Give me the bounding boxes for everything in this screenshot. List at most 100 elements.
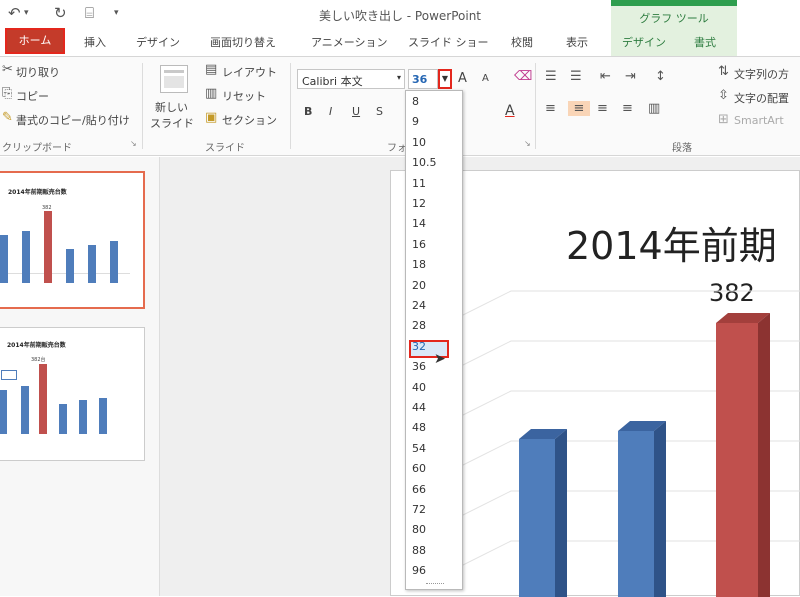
callout-shape	[1, 370, 17, 380]
thumbnail-data-label: 382台	[31, 357, 46, 363]
font-size-option[interactable]: 28	[412, 319, 426, 332]
align-left-icon[interactable]: ≡	[545, 101, 556, 116]
align-text-icon[interactable]: ⇳	[718, 88, 729, 103]
font-size-option[interactable]: 9	[412, 115, 419, 128]
font-size-box[interactable]: 36	[408, 69, 438, 89]
font-size-option[interactable]: 40	[412, 381, 426, 394]
font-launcher-icon[interactable]: ↘	[524, 139, 531, 148]
ribbon-separator	[142, 63, 143, 149]
font-size-option[interactable]: 10.5	[412, 156, 437, 169]
italic-button[interactable]: I	[329, 105, 332, 118]
font-name-box[interactable]: Calibri 本文 ▾	[297, 69, 405, 89]
tab-design[interactable]: デザイン	[136, 34, 180, 50]
font-size-option[interactable]: 66	[412, 483, 426, 496]
numbering-icon[interactable]: ☰	[570, 69, 582, 84]
convert-smartart-button[interactable]: SmartArt	[734, 114, 784, 127]
section-icon[interactable]: ▣	[205, 110, 217, 125]
line-spacing-icon[interactable]: ↕	[655, 69, 666, 84]
underline-button[interactable]: U	[352, 105, 360, 118]
align-text-button[interactable]: 文字の配置	[734, 90, 789, 106]
thumbnail-bar	[99, 398, 107, 434]
text-direction-icon[interactable]: ⇅	[718, 64, 729, 79]
new-slide-label-1[interactable]: 新しい	[155, 99, 188, 115]
format-painter-button[interactable]: 書式のコピー/貼り付け	[16, 112, 130, 128]
font-size-option[interactable]: 32	[412, 340, 426, 353]
font-size-option[interactable]: 24	[412, 299, 426, 312]
copy-button[interactable]: コピー	[16, 88, 49, 104]
font-name-value: Calibri 本文	[302, 75, 363, 88]
copy-icon[interactable]: ⎘	[2, 86, 12, 101]
tab-chart-format[interactable]: 書式	[694, 34, 716, 50]
font-size-option[interactable]: 8	[412, 95, 419, 108]
font-size-option[interactable]: 14	[412, 217, 426, 230]
justify-icon[interactable]: ≡	[622, 101, 633, 116]
align-right-icon[interactable]: ≡	[597, 101, 608, 116]
section-button[interactable]: セクション	[222, 112, 277, 128]
bullets-icon[interactable]: ☰	[545, 69, 557, 84]
thumbnail-bar	[39, 364, 47, 434]
tab-chart-design[interactable]: デザイン	[622, 34, 666, 50]
font-size-dropdown-button[interactable]: ▼	[438, 69, 452, 89]
paragraph-group-label: 段落	[672, 143, 692, 154]
thumbnail-title: 2014年前期販売台数	[8, 189, 67, 196]
tab-review[interactable]: 校閲	[511, 34, 533, 50]
context-accent	[611, 0, 737, 6]
font-group-label: フォ	[387, 143, 407, 154]
smartart-icon[interactable]: ⊞	[718, 112, 729, 127]
cut-button[interactable]: 切り取り	[16, 64, 60, 80]
font-size-option[interactable]: 16	[412, 238, 426, 251]
reset-icon[interactable]: ▥	[205, 86, 217, 101]
new-slide-label-2[interactable]: スライド	[150, 115, 194, 131]
tab-insert[interactable]: 挿入	[84, 34, 106, 50]
text-shadow-button[interactable]: S	[376, 105, 383, 118]
slide-thumbnail-2[interactable]: 2014年前期販売台数 382台	[0, 327, 145, 461]
mouse-pointer-icon: ➤	[434, 351, 446, 367]
chart-bar-1	[519, 429, 567, 597]
bold-button[interactable]: B	[304, 105, 312, 118]
font-size-option[interactable]: 54	[412, 442, 426, 455]
scissors-icon[interactable]: ✂	[2, 62, 13, 77]
font-size-option[interactable]: 88	[412, 544, 426, 557]
align-center-icon[interactable]: ≡	[568, 101, 590, 116]
font-size-option[interactable]: 44	[412, 401, 426, 414]
font-color-button[interactable]: A	[505, 103, 515, 119]
font-size-option[interactable]: 11	[412, 177, 426, 190]
increase-indent-icon[interactable]: ⇥	[625, 69, 636, 84]
font-size-option[interactable]: 10	[412, 136, 426, 149]
format-painter-icon[interactable]: ✎	[2, 110, 13, 125]
tab-slideshow[interactable]: スライド ショー	[408, 34, 489, 50]
layout-button[interactable]: レイアウト	[222, 64, 277, 80]
font-size-option[interactable]: 48	[412, 421, 426, 434]
font-size-option[interactable]: 72	[412, 503, 426, 516]
tab-view[interactable]: 表示	[566, 34, 588, 50]
font-size-option[interactable]: 36	[412, 360, 426, 373]
ribbon-separator	[535, 63, 536, 149]
slide-thumbnails-pane: 2014年前期販売台数 382 2014年前期販売台数 382台	[0, 157, 160, 596]
font-size-option[interactable]: 60	[412, 462, 426, 475]
font-name-arrow-icon[interactable]: ▾	[397, 73, 401, 82]
chart-bar-3	[716, 313, 770, 597]
tab-transitions[interactable]: 画面切り替え	[210, 34, 276, 50]
font-size-option[interactable]: 80	[412, 523, 426, 536]
reset-button[interactable]: リセット	[222, 88, 266, 104]
shrink-font-button[interactable]: A	[482, 73, 489, 84]
font-size-option[interactable]: 96	[412, 564, 426, 577]
font-size-option[interactable]: 12	[412, 197, 426, 210]
resize-grip[interactable]	[426, 583, 444, 586]
text-direction-button[interactable]: 文字列の方	[734, 66, 789, 82]
thumbnail-bar	[66, 249, 74, 283]
slide-thumbnail-1[interactable]: 2014年前期販売台数 382	[0, 171, 145, 309]
decrease-indent-icon[interactable]: ⇤	[600, 69, 611, 84]
ribbon-separator	[290, 63, 291, 149]
font-size-option[interactable]: 18	[412, 258, 426, 271]
font-size-option[interactable]: 20	[412, 279, 426, 292]
new-slide-icon[interactable]	[160, 65, 188, 93]
ribbon: ✂ 切り取り ⎘ コピー ✎ 書式のコピー/貼り付け クリップボード ↘ 新しい…	[0, 56, 800, 156]
layout-icon[interactable]: ▤	[205, 62, 217, 77]
tab-animations[interactable]: アニメーション	[311, 34, 388, 50]
grow-font-button[interactable]: A	[458, 71, 467, 86]
columns-icon[interactable]: ▥	[648, 101, 660, 116]
ribbon-tabs: 挿入 デザイン 画面切り替え アニメーション スライド ショー 校閲 表示 デザ…	[0, 28, 800, 56]
clear-formatting-icon[interactable]: ⌫	[514, 69, 532, 84]
clipboard-launcher-icon[interactable]: ↘	[130, 139, 137, 148]
